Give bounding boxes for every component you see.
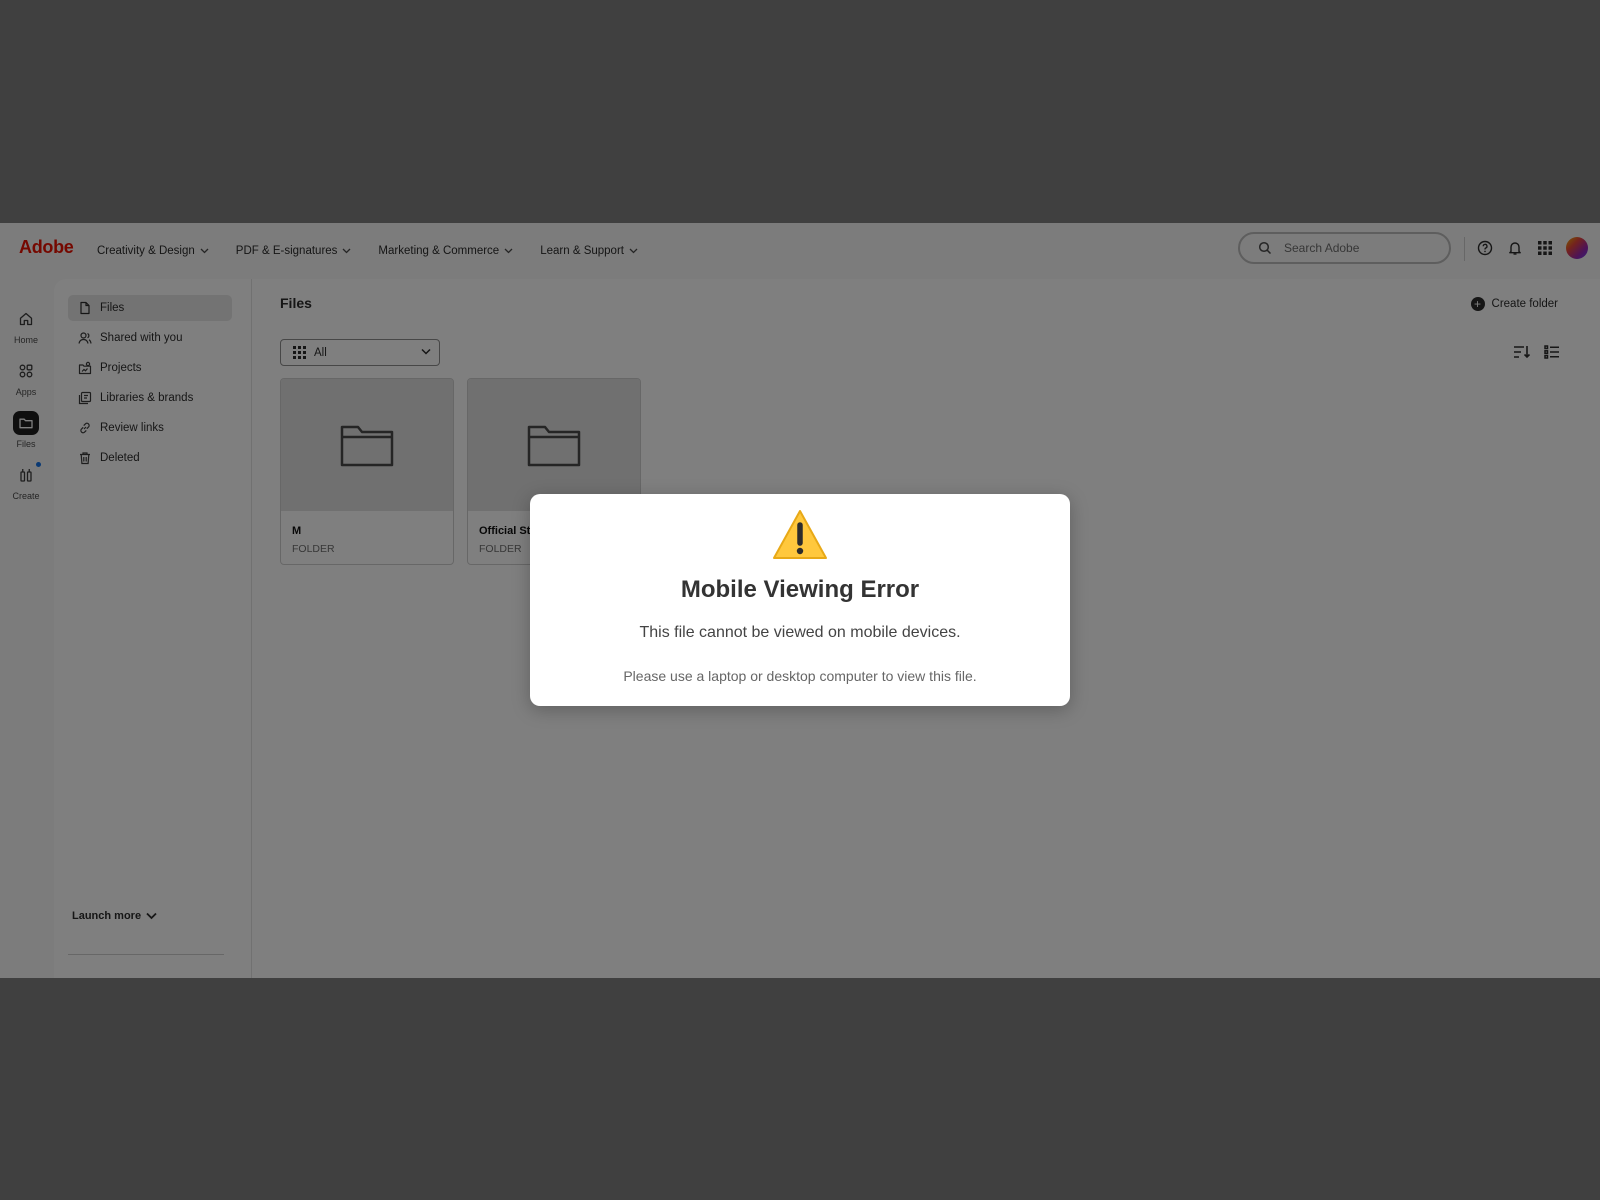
dialog-title: Mobile Viewing Error — [680, 576, 920, 603]
dialog-message: This file cannot be viewed on mobile dev… — [639, 624, 961, 641]
error-dialog: Mobile Viewing Error This file cannot be… — [530, 494, 1070, 706]
dialog-submessage: Please use a laptop or desktop computer … — [623, 668, 977, 684]
warning-icon — [530, 508, 1070, 562]
